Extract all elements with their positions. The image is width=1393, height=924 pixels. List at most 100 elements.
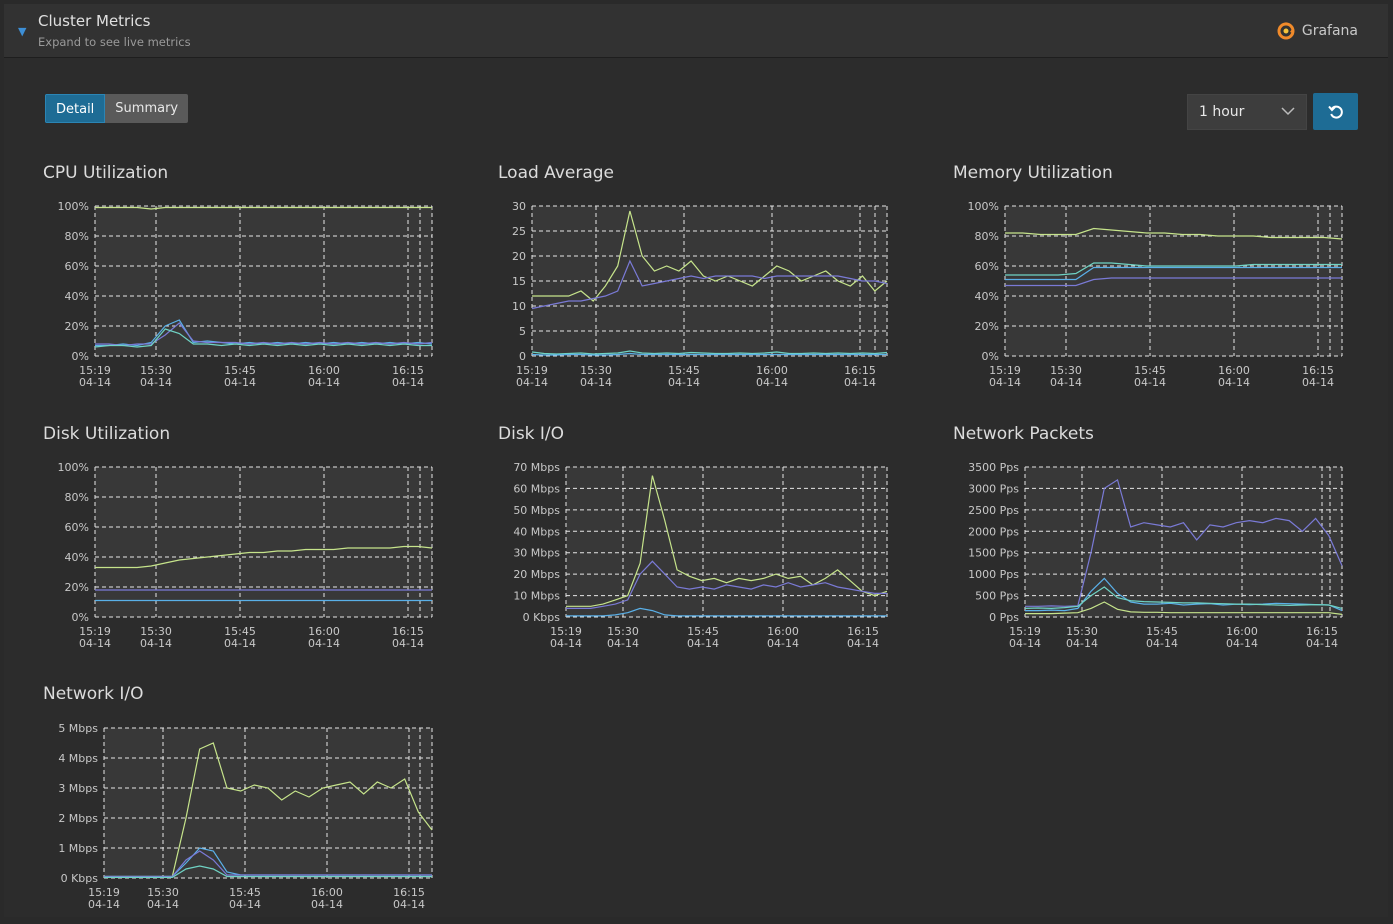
x-tick-date: 04-14 [847, 637, 879, 650]
x-tick-date: 04-14 [229, 898, 261, 911]
y-tick-label: 100% [58, 461, 89, 474]
y-tick-label: 10 Mbps [513, 590, 560, 603]
section-title: Cluster Metrics [38, 12, 151, 30]
disk-io-chart[interactable]: 0 Kbps 10 Mbps 20 Mbps 30 Mbps 40 Mbps 50 Mbp… [498, 424, 898, 664]
y-tick-label: 0% [982, 350, 999, 363]
x-tick-date: 04-14 [392, 376, 424, 389]
x-tick-date: 04-14 [79, 376, 111, 389]
y-tick-label: 3000 Pps [968, 482, 1019, 495]
y-tick-label: 5 Mbps [58, 722, 98, 735]
y-tick-label: 20% [65, 581, 89, 594]
y-tick-label: 0% [72, 350, 89, 363]
y-tick-label: 1 Mbps [58, 842, 98, 855]
cluster-metrics-header[interactable]: ▼ Cluster Metrics Expand to see live met… [4, 4, 1388, 58]
y-tick-label: 2000 Pps [968, 525, 1019, 538]
section-subtitle: Expand to see live metrics [38, 35, 191, 49]
x-tick-date: 04-14 [224, 637, 256, 650]
y-tick-label: 25 [512, 225, 526, 238]
load-average-panel: Load Average 0 5 10 15 20 25 30 15:19 04-14 15:30… [498, 163, 898, 403]
view-toggle: Detail Summary [45, 94, 189, 123]
x-tick-date: 04-14 [1050, 376, 1082, 389]
x-tick-date: 04-14 [550, 637, 582, 650]
y-tick-label: 15 [512, 275, 526, 288]
x-tick-date: 04-14 [1134, 376, 1166, 389]
detail-toggle-button[interactable]: Detail [45, 94, 106, 123]
refresh-icon [1327, 105, 1343, 119]
memory-utilization-chart[interactable]: 0%20%40%60%80%100%15:1904-1415:3004-1415… [953, 163, 1353, 403]
y-tick-label: 50 Mbps [513, 504, 560, 517]
y-tick-label: 40% [975, 290, 999, 303]
x-tick-date: 04-14 [1302, 376, 1334, 389]
time-range-select[interactable]: 1 hour [1187, 94, 1307, 130]
collapse-caret-icon[interactable]: ▼ [18, 25, 26, 38]
y-tick-label: 20% [65, 320, 89, 333]
y-tick-label: 0% [72, 611, 89, 624]
y-tick-label: 80% [975, 230, 999, 243]
x-tick-date: 04-14 [311, 898, 343, 911]
y-tick-label: 500 Pps [975, 590, 1019, 603]
x-tick-date: 04-14 [668, 376, 700, 389]
y-tick-label: 3 Mbps [58, 782, 98, 795]
chevron-down-icon [1281, 107, 1295, 116]
network-io-chart[interactable]: 0 Kbps1 Mbps2 Mbps3 Mbps4 Mbps5 Mbps15:1… [43, 684, 443, 924]
plot-area [104, 728, 432, 878]
y-tick-label: 4 Mbps [58, 752, 98, 765]
x-tick-date: 04-14 [393, 898, 425, 911]
y-tick-label: 0 Pps [989, 611, 1019, 624]
x-tick-date: 04-14 [308, 637, 340, 650]
cpu-utilization-panel: CPU Utilization 0% 20% 40% 60% 80% 100% 15:19 0… [43, 163, 443, 403]
network-io-panel: Network I/O 0 Kbps 1 Mbps 2 Mbps 3 Mbps 4 Mb… [43, 684, 443, 924]
y-tick-label: 60% [975, 260, 999, 273]
y-tick-label: 1000 Pps [968, 568, 1019, 581]
grafana-link[interactable]: Grafana [1276, 21, 1358, 41]
plot-area [95, 206, 432, 356]
x-tick-date: 04-14 [516, 376, 548, 389]
x-tick-date: 04-14 [607, 637, 639, 650]
metrics-content: Detail Summary 1 hour CPU Utilization 0%… [4, 58, 1388, 917]
y-tick-label: 80% [65, 491, 89, 504]
x-tick-date: 04-14 [140, 376, 172, 389]
x-tick-date: 04-14 [1066, 637, 1098, 650]
y-tick-label: 1500 Pps [968, 547, 1019, 560]
x-tick-date: 04-14 [989, 376, 1021, 389]
x-tick-date: 04-14 [308, 376, 340, 389]
x-tick-date: 04-14 [687, 637, 719, 650]
plot-area [1005, 206, 1342, 356]
y-tick-label: 30 [512, 200, 526, 213]
x-tick-date: 04-14 [767, 637, 799, 650]
grafana-logo-icon [1277, 22, 1295, 40]
plot-area [95, 467, 432, 617]
x-tick-date: 04-14 [140, 637, 172, 650]
x-tick-date: 04-14 [79, 637, 111, 650]
y-tick-label: 2 Mbps [58, 812, 98, 825]
network-packets-chart[interactable]: 0 Pps 500 Pps 1000 Pps 1500 Pps 2000 Pps 2500… [953, 424, 1353, 664]
x-tick-date: 04-14 [147, 898, 179, 911]
disk-utilization-chart[interactable]: 0%20%40%60%80%100%15:1904-1415:3004-1415… [43, 424, 443, 664]
x-tick-date: 04-14 [392, 637, 424, 650]
y-tick-label: 60 Mbps [513, 482, 560, 495]
x-tick-date: 04-14 [1009, 637, 1041, 650]
disk-utilization-panel: Disk Utilization 0% 20% 40% 60% 80% 100% 15:19… [43, 424, 443, 664]
x-tick-date: 04-14 [88, 898, 120, 911]
cpu-utilization-chart[interactable]: 0%20%40%60%80%100%15:1904-1415:3004-1415… [43, 163, 443, 403]
x-tick-date: 04-14 [756, 376, 788, 389]
y-tick-label: 10 [512, 300, 526, 313]
disk-io-panel: Disk I/O 0 Kbps 10 Mbps 20 Mbps 30 Mbps 40 M… [498, 424, 898, 664]
y-tick-label: 20% [975, 320, 999, 333]
x-tick-date: 04-14 [1146, 637, 1178, 650]
y-tick-label: 30 Mbps [513, 547, 560, 560]
time-range-value: 1 hour [1199, 104, 1245, 120]
refresh-button[interactable] [1313, 93, 1358, 130]
memory-utilization-panel: Memory Utilization 0% 20% 40% 60% 80% 100% 15:… [953, 163, 1353, 403]
y-tick-label: 100% [58, 200, 89, 213]
plot-area [1025, 467, 1342, 617]
x-tick-date: 04-14 [224, 376, 256, 389]
y-tick-label: 40 Mbps [513, 525, 560, 538]
x-tick-date: 04-14 [844, 376, 876, 389]
summary-toggle-button[interactable]: Summary [105, 94, 189, 123]
y-tick-label: 0 [519, 350, 526, 363]
y-tick-label: 60% [65, 260, 89, 273]
load-average-chart[interactable]: 05101520253015:1904-1415:3004-1415:4504-… [498, 163, 898, 403]
y-tick-label: 0 Kbps [523, 611, 561, 624]
x-tick-date: 04-14 [1306, 637, 1338, 650]
